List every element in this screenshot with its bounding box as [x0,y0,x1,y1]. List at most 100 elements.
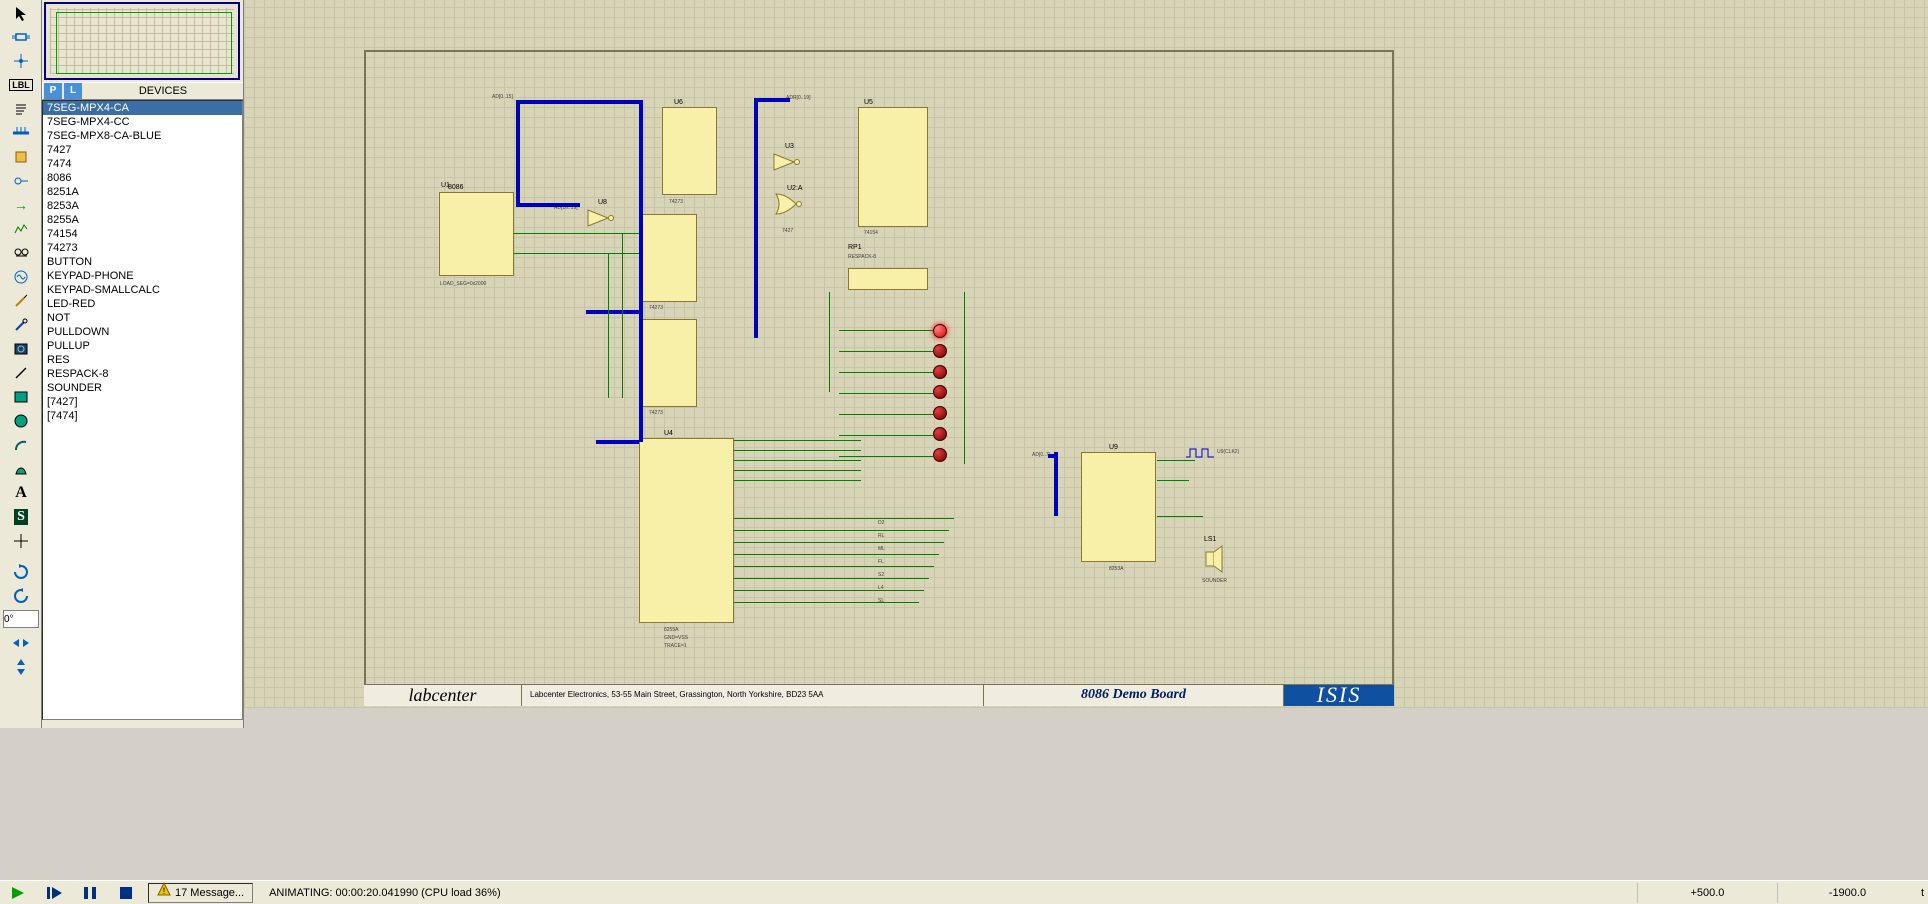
schematic-canvas[interactable]: 8086 U1 LOAD_SEG=0x2000 AD[0..15] AD[16.… [244,0,1928,708]
text-mode-button[interactable]: A [6,481,36,504]
rotate-cw-button[interactable] [6,560,36,583]
library-button[interactable]: L [64,83,82,99]
component-u9-8253a[interactable] [1081,452,1156,562]
box-mode-button[interactable] [6,385,36,408]
device-item[interactable]: 7SEG-MPX4-CA [43,101,242,115]
selection-mode-button[interactable] [6,1,36,24]
device-item[interactable]: BUTTON [43,255,242,269]
device-item[interactable]: [7427] [43,395,242,409]
virtual-instruments-button[interactable] [6,337,36,360]
device-item[interactable]: 8255A [43,213,242,227]
wire [734,566,934,567]
ref-u9: U9 [1109,444,1118,451]
text-script-button[interactable] [6,97,36,120]
component-u7-74273[interactable] [642,214,697,302]
messages-panel[interactable]: ! 17 Message... [148,883,253,903]
component-u8-not[interactable] [586,208,616,228]
component-led-d5[interactable] [933,406,947,420]
device-item[interactable]: LED-RED [43,297,242,311]
component-ls1-sounder[interactable] [1198,544,1228,574]
component-u10-74273[interactable] [642,319,697,407]
wire [608,253,609,398]
component-u4-8255a[interactable] [639,438,734,623]
current-probe-button[interactable] [6,313,36,336]
path-mode-button[interactable] [6,457,36,480]
overview-viewport-rect[interactable] [56,12,232,74]
device-item[interactable]: 7474 [43,157,242,171]
junction-mode-button[interactable] [6,49,36,72]
component-led-d4[interactable] [933,385,947,399]
circle-mode-button[interactable] [6,409,36,432]
mode-toolbar: LBL → A S [0,0,42,728]
graph-mode-button[interactable] [6,217,36,240]
device-item[interactable]: PULLDOWN [43,325,242,339]
component-u6-74273[interactable] [662,107,717,195]
rotate-ccw-button[interactable] [6,584,36,607]
device-item[interactable]: 8086 [43,171,242,185]
device-item[interactable]: RESPACK-8 [43,367,242,381]
wire-led-row2 [839,351,933,352]
stop-button[interactable] [112,882,140,904]
wire [734,542,944,543]
device-item[interactable]: 8251A [43,185,242,199]
pick-device-button[interactable]: P [44,83,62,99]
component-u2a-7427[interactable] [774,192,810,216]
component-led-d1[interactable] [933,324,947,338]
device-item[interactable]: KEYPAD-PHONE [43,269,242,283]
device-item[interactable]: NOT [43,311,242,325]
device-item[interactable]: 74154 [43,227,242,241]
device-item[interactable]: RES [43,353,242,367]
wire-led-row4 [839,393,933,394]
component-rp1-respack8[interactable] [848,268,928,290]
label-mode-button[interactable]: LBL [6,73,36,96]
wire [734,480,861,481]
ref-u3: U3 [785,143,794,150]
terminals-mode-button[interactable] [6,169,36,192]
label-u6: 74273 [669,199,683,205]
wire [734,578,929,579]
arc-mode-button[interactable] [6,433,36,456]
symbol-mode-button[interactable]: S [6,505,36,528]
pause-button[interactable] [76,882,104,904]
bus-horizontal-2 [516,203,580,207]
device-pins-button[interactable]: → [6,193,36,216]
overview-window[interactable] [44,2,240,80]
component-u3-not[interactable] [772,152,802,172]
device-item[interactable]: SOUNDER [43,381,242,395]
component-led-d3[interactable] [933,365,947,379]
device-item[interactable]: 7SEG-MPX8-CA-BLUE [43,129,242,143]
bus-vertical-1 [516,100,520,203]
line-mode-button[interactable] [6,361,36,384]
label-ls1: SOUNDER [1202,578,1227,584]
tape-mode-button[interactable] [6,241,36,264]
wire-rp-led [829,292,830,392]
devices-list[interactable]: 7SEG-MPX4-CA7SEG-MPX4-CC7SEG-MPX8-CA-BLU… [42,100,243,720]
wire [734,450,861,451]
component-mode-button[interactable] [6,25,36,48]
bus-horizontal-u9 [1048,454,1058,458]
device-item[interactable]: 8253A [43,199,242,213]
flip-vertical-button[interactable] [6,655,36,678]
component-led-d6[interactable] [933,427,947,441]
play-button[interactable] [4,882,32,904]
device-item[interactable]: [7474] [43,409,242,423]
component-u1-8086[interactable] [439,192,514,276]
device-item[interactable]: PULLUP [43,339,242,353]
step-button[interactable] [40,882,68,904]
component-u5-74154[interactable] [858,107,928,227]
marker-mode-button[interactable] [6,529,36,552]
flip-horizontal-button[interactable] [6,631,36,654]
device-item[interactable]: 7427 [43,143,242,157]
device-item[interactable]: KEYPAD-SMALLCALC [43,283,242,297]
rotation-angle-input[interactable] [3,610,39,628]
component-led-d2[interactable] [933,344,947,358]
subcircuit-mode-button[interactable] [6,145,36,168]
device-item[interactable]: 74273 [43,241,242,255]
voltage-probe-button[interactable] [6,289,36,312]
component-led-d7[interactable] [933,448,947,462]
bus-vertical-adr [754,98,758,338]
wire-led-row7 [839,456,933,457]
bus-mode-button[interactable] [6,121,36,144]
generators-mode-button[interactable] [6,265,36,288]
device-item[interactable]: 7SEG-MPX4-CC [43,115,242,129]
